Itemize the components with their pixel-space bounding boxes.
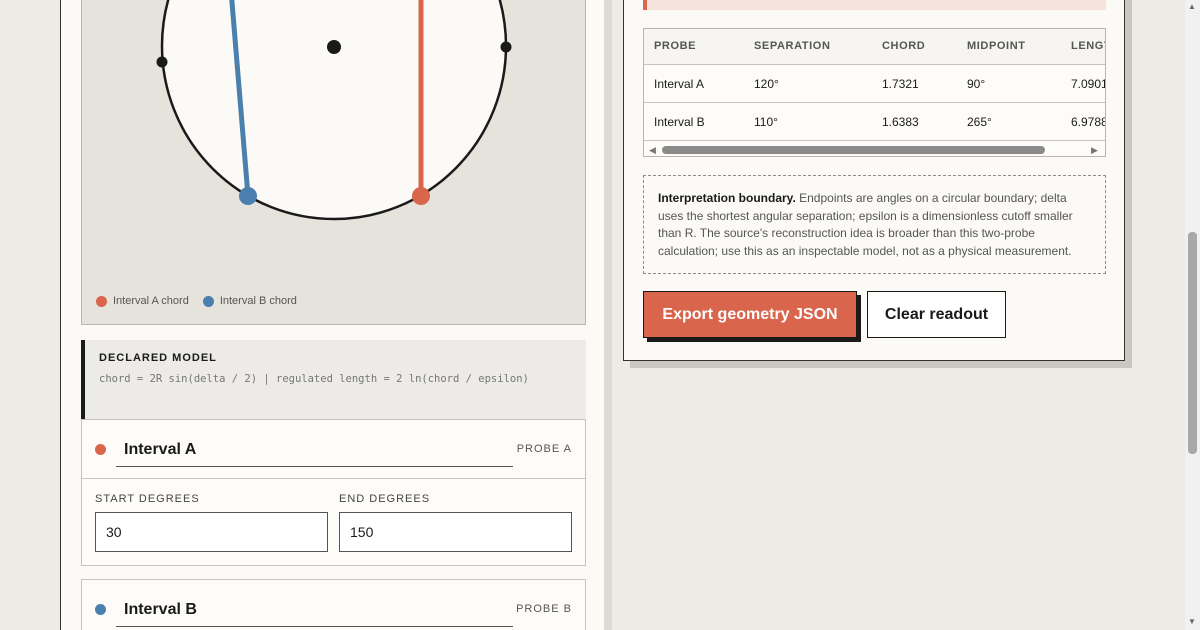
interval-b-endpoint-handle[interactable] — [239, 187, 257, 205]
table-header-chord: CHORD — [882, 40, 926, 52]
note-title: Interpretation boundary. — [658, 191, 796, 205]
interval-b-card: Interval B PROBE B — [81, 579, 586, 630]
legend-label-b: Interval B chord — [219, 295, 297, 307]
page-scrollbar[interactable]: ▲ ▼ — [1185, 0, 1200, 630]
panel-gutter — [604, 0, 612, 630]
legend-label-a: Interval A chord — [113, 295, 189, 307]
table-header-separation: SEPARATION — [754, 40, 831, 52]
table-cell: Interval A — [654, 77, 705, 91]
interval-b-tag: PROBE B — [516, 603, 572, 615]
export-json-button[interactable]: Export geometry JSON — [643, 291, 857, 338]
end-degrees-label: END DEGREES — [339, 493, 431, 505]
interval-b-color-dot — [95, 604, 106, 615]
scroll-up-icon[interactable]: ▲ — [1188, 2, 1196, 11]
table-cell: Interval B — [654, 115, 705, 129]
boundary-circle — [160, 0, 508, 221]
table-cell: 1.7321 — [882, 77, 919, 91]
interval-a-header: Interval A PROBE A — [82, 420, 585, 479]
table-header-row: PROBE SEPARATION CHORD MIDPOINT LENGT — [644, 29, 1105, 65]
interval-a-fields: START DEGREES 30 END DEGREES 150 — [82, 479, 585, 566]
interval-a-color-dot — [95, 444, 106, 455]
tick-right — [500, 41, 512, 53]
table-scroll-thumb[interactable] — [662, 146, 1045, 154]
interval-a-tag: PROBE A — [516, 443, 572, 455]
clear-readout-button[interactable]: Clear readout — [867, 291, 1006, 338]
end-degrees-input[interactable]: 150 — [339, 512, 572, 552]
tick-left — [156, 56, 168, 68]
interval-a-name-input[interactable]: Interval A — [116, 431, 513, 467]
table-cell: 110° — [754, 115, 778, 129]
declared-model: DECLARED MODEL chord = 2R sin(delta / 2)… — [81, 340, 586, 419]
table-cell: 7.0901 — [1071, 77, 1106, 91]
left-panel: Interval A chord Interval B chord DECLAR… — [60, 0, 606, 630]
scroll-right-icon[interactable]: ▶ — [1091, 145, 1098, 156]
model-heading: DECLARED MODEL — [99, 352, 217, 364]
right-panel: PROBE SEPARATION CHORD MIDPOINT LENGT In… — [623, 0, 1125, 361]
center-point — [327, 40, 341, 54]
legend-dot-b — [202, 295, 214, 307]
start-degrees-input[interactable]: 30 — [95, 512, 328, 552]
readout-table: PROBE SEPARATION CHORD MIDPOINT LENGT In… — [643, 28, 1106, 157]
legend-dot-a — [96, 295, 107, 307]
table-cell: 90° — [967, 77, 986, 91]
start-degrees-label: START DEGREES — [95, 493, 200, 505]
scroll-left-icon[interactable]: ◀ — [649, 145, 656, 156]
model-formula: chord = 2R sin(delta / 2) | regulated le… — [99, 373, 529, 385]
table-cell: 6.9788 — [1071, 115, 1106, 129]
scroll-down-icon[interactable]: ▼ — [1188, 617, 1196, 626]
interval-a-endpoint-handle[interactable] — [412, 187, 430, 205]
table-header-probe: PROBE — [654, 40, 697, 52]
circle-diagram — [156, 0, 512, 221]
table-header-length: LENGT — [1071, 40, 1105, 52]
table-header-midpoint: MIDPOINT — [967, 40, 1026, 52]
circle-stage: Interval A chord Interval B chord — [81, 0, 586, 325]
alert-bar — [643, 0, 1106, 10]
table-cell: 265° — [967, 115, 992, 129]
interval-a-card: Interval A PROBE A START DEGREES 30 END … — [81, 419, 586, 566]
table-cell: 120° — [754, 77, 779, 91]
interval-b-name-input[interactable]: Interval B — [116, 591, 513, 627]
chart-legend: Interval A chord Interval B chord — [96, 295, 297, 307]
table-row: Interval A 120° 1.7321 90° 7.0901 — [644, 65, 1106, 103]
legend-item-b: Interval B chord — [202, 295, 297, 307]
legend-item-a: Interval A chord — [96, 295, 189, 307]
table-cell: 1.6383 — [882, 115, 919, 129]
interval-b-header: Interval B PROBE B — [82, 580, 585, 630]
table-scrollbar[interactable]: ◀ ▶ — [644, 143, 1105, 156]
interpretation-note: Interpretation boundary. Endpoints are a… — [643, 175, 1106, 274]
table-row: Interval B 110° 1.6383 265° 6.9788 — [644, 103, 1106, 141]
page-scroll-thumb[interactable] — [1188, 232, 1197, 454]
